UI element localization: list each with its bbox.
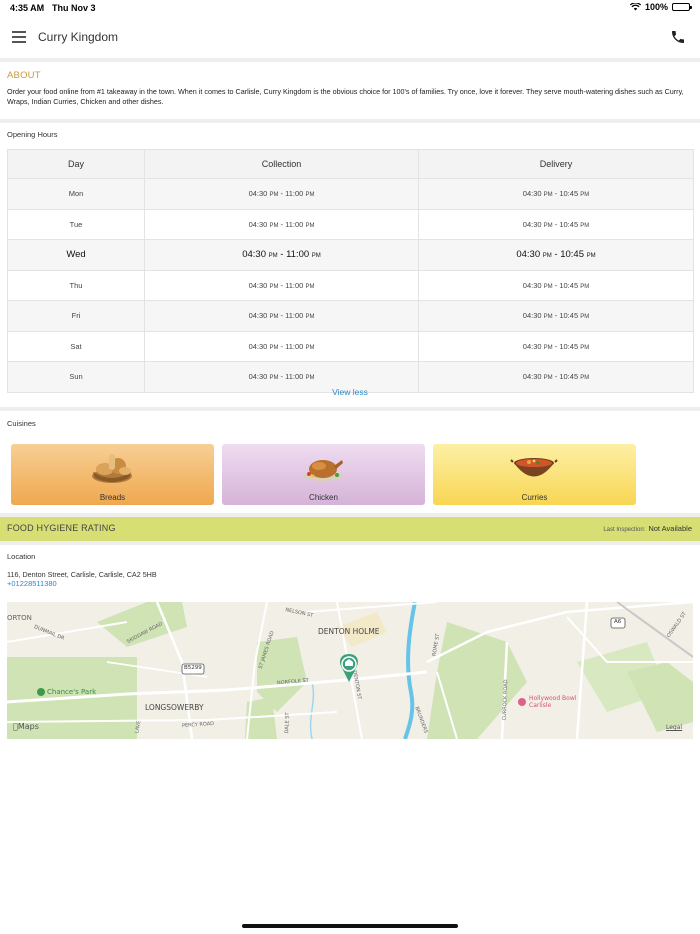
bread-basket-icon: [92, 454, 132, 483]
opening-hours-table: Day Collection Delivery Mon 04:30 PM - 11…: [7, 149, 694, 393]
phone-icon[interactable]: [670, 29, 686, 45]
header-day: Day: [7, 149, 145, 179]
table-row: Mon 04:30 PM - 11:00 PM 04:30 PM - 10:45 P…: [7, 178, 694, 210]
status-right: 100%: [629, 2, 692, 12]
table-row: Fri 04:30 PM - 11:00 PM 04:30 PM - 10:45 P…: [7, 300, 694, 332]
map-label-dale: DALE ST: [284, 712, 291, 734]
delivery-cell: 04:30 PM - 10:45 PM: [418, 208, 694, 240]
day-cell: Sat: [7, 330, 145, 362]
header-collection: Collection: [144, 149, 419, 179]
day-cell: Tue: [7, 208, 145, 240]
view-less-link[interactable]: View less: [0, 387, 700, 397]
map-label-b5299: B5299: [184, 665, 202, 671]
roast-chicken-icon: [303, 460, 343, 481]
battery-icon: [672, 3, 692, 11]
cuisines-label: Cuisines: [7, 419, 36, 428]
wifi-icon: [629, 3, 641, 11]
battery-percent: 100%: [644, 2, 668, 12]
table-row: Wed 04:30 PM - 11:00 PM 04:30 PM - 10:45 P…: [7, 239, 694, 271]
cuisine-label: Chicken: [309, 493, 338, 502]
cuisine-card-curries[interactable]: Curries: [433, 444, 636, 505]
day-cell: Fri: [7, 300, 145, 332]
last-inspection: Last Inspection: Not Available: [603, 524, 692, 533]
day-cell: Mon: [7, 178, 145, 210]
delivery-cell: 04:30 PM - 10:45 PM: [418, 330, 694, 362]
delivery-cell: 04:30 PM - 10:45 PM: [418, 178, 694, 210]
map-label-longsowerby: LONGSOWERBY: [145, 703, 204, 712]
separator: [0, 119, 700, 123]
map-label-denton-holme: DENTON HOLME: [318, 627, 380, 636]
about-text: Order your food online from #1 takeaway …: [7, 87, 684, 106]
collection-cell: 04:30 PM - 11:00 PM: [144, 208, 419, 240]
curry-bowl-icon: [510, 458, 558, 477]
map-label-a6: A6: [614, 619, 622, 625]
cuisine-label: Breads: [99, 493, 126, 502]
map-graphic: [7, 602, 693, 739]
table-row: Thu 04:30 PM - 11:00 PM 04:30 PM - 10:45 P…: [7, 269, 694, 301]
delivery-cell: 04:30 PM - 10:45 PM: [418, 239, 694, 271]
map-legal-link[interactable]: Legal: [666, 724, 682, 731]
status-bar: 4:35 AM Thu Nov 3 100%: [0, 0, 700, 18]
collection-cell: 04:30 PM - 11:00 PM: [144, 269, 419, 301]
separator: [0, 58, 700, 62]
table-header-row: Day Collection Delivery: [7, 149, 694, 179]
delivery-cell: 04:30 PM - 10:45 PM: [418, 300, 694, 332]
delivery-cell: 04:30 PM - 10:45 PM: [418, 269, 694, 301]
phone-number-link[interactable]: +01228511380: [7, 579, 57, 588]
location-map[interactable]: ORTON DUNMAIL DR SKIDDAW ROAD NELSON ST …: [7, 602, 693, 739]
table-row: Sat 04:30 PM - 11:00 PM 04:30 PM - 10:45 P…: [7, 330, 694, 362]
table-row: Tue 04:30 PM - 11:00 PM 04:30 PM - 10:45 P…: [7, 208, 694, 240]
food-hygiene-title: FOOD HYGIENE RATING: [7, 523, 116, 533]
status-time: 4:35 AM: [10, 3, 45, 13]
address-text: 116, Denton Street, Carlisle, Carlisle, …: [7, 570, 157, 579]
food-hygiene-bar: FOOD HYGIENE RATING Last Inspection: Not …: [0, 517, 700, 541]
collection-cell: 04:30 PM - 11:00 PM: [144, 300, 419, 332]
map-label-hollywood-bowl: Hollywood Bowl Carlisle: [529, 695, 577, 709]
cuisine-card-chicken[interactable]: Chicken: [222, 444, 425, 505]
last-inspection-value: Not Available: [648, 524, 692, 533]
map-label-chances-park: Chance's Park: [47, 688, 97, 696]
opening-hours-label: Opening Hours: [7, 130, 58, 139]
separator: [0, 407, 700, 411]
cuisine-label: Curries: [521, 493, 548, 502]
about-title: ABOUT: [7, 70, 41, 81]
app-title: Curry Kingdom: [38, 30, 119, 44]
location-label: Location: [7, 552, 36, 561]
collection-cell: 04:30 PM - 11:00 PM: [144, 330, 419, 362]
collection-cell: 04:30 PM - 11:00 PM: [144, 239, 419, 271]
cuisine-card-breads[interactable]: Breads: [11, 444, 214, 505]
day-cell: Thu: [7, 269, 145, 301]
separator: [0, 541, 700, 545]
hamburger-menu-icon[interactable]: [12, 31, 26, 43]
day-cell: Wed: [7, 239, 145, 271]
collection-cell: 04:30 PM - 11:00 PM: [144, 178, 419, 210]
app-bar: Curry Kingdom: [0, 18, 700, 59]
map-label-orton: ORTON: [7, 614, 32, 622]
last-inspection-label: Last Inspection:: [603, 527, 646, 533]
home-indicator: [242, 924, 458, 928]
header-delivery: Delivery: [418, 149, 694, 179]
apple-maps-logo: Maps: [13, 722, 39, 731]
status-date: Thu Nov 3: [52, 3, 96, 13]
